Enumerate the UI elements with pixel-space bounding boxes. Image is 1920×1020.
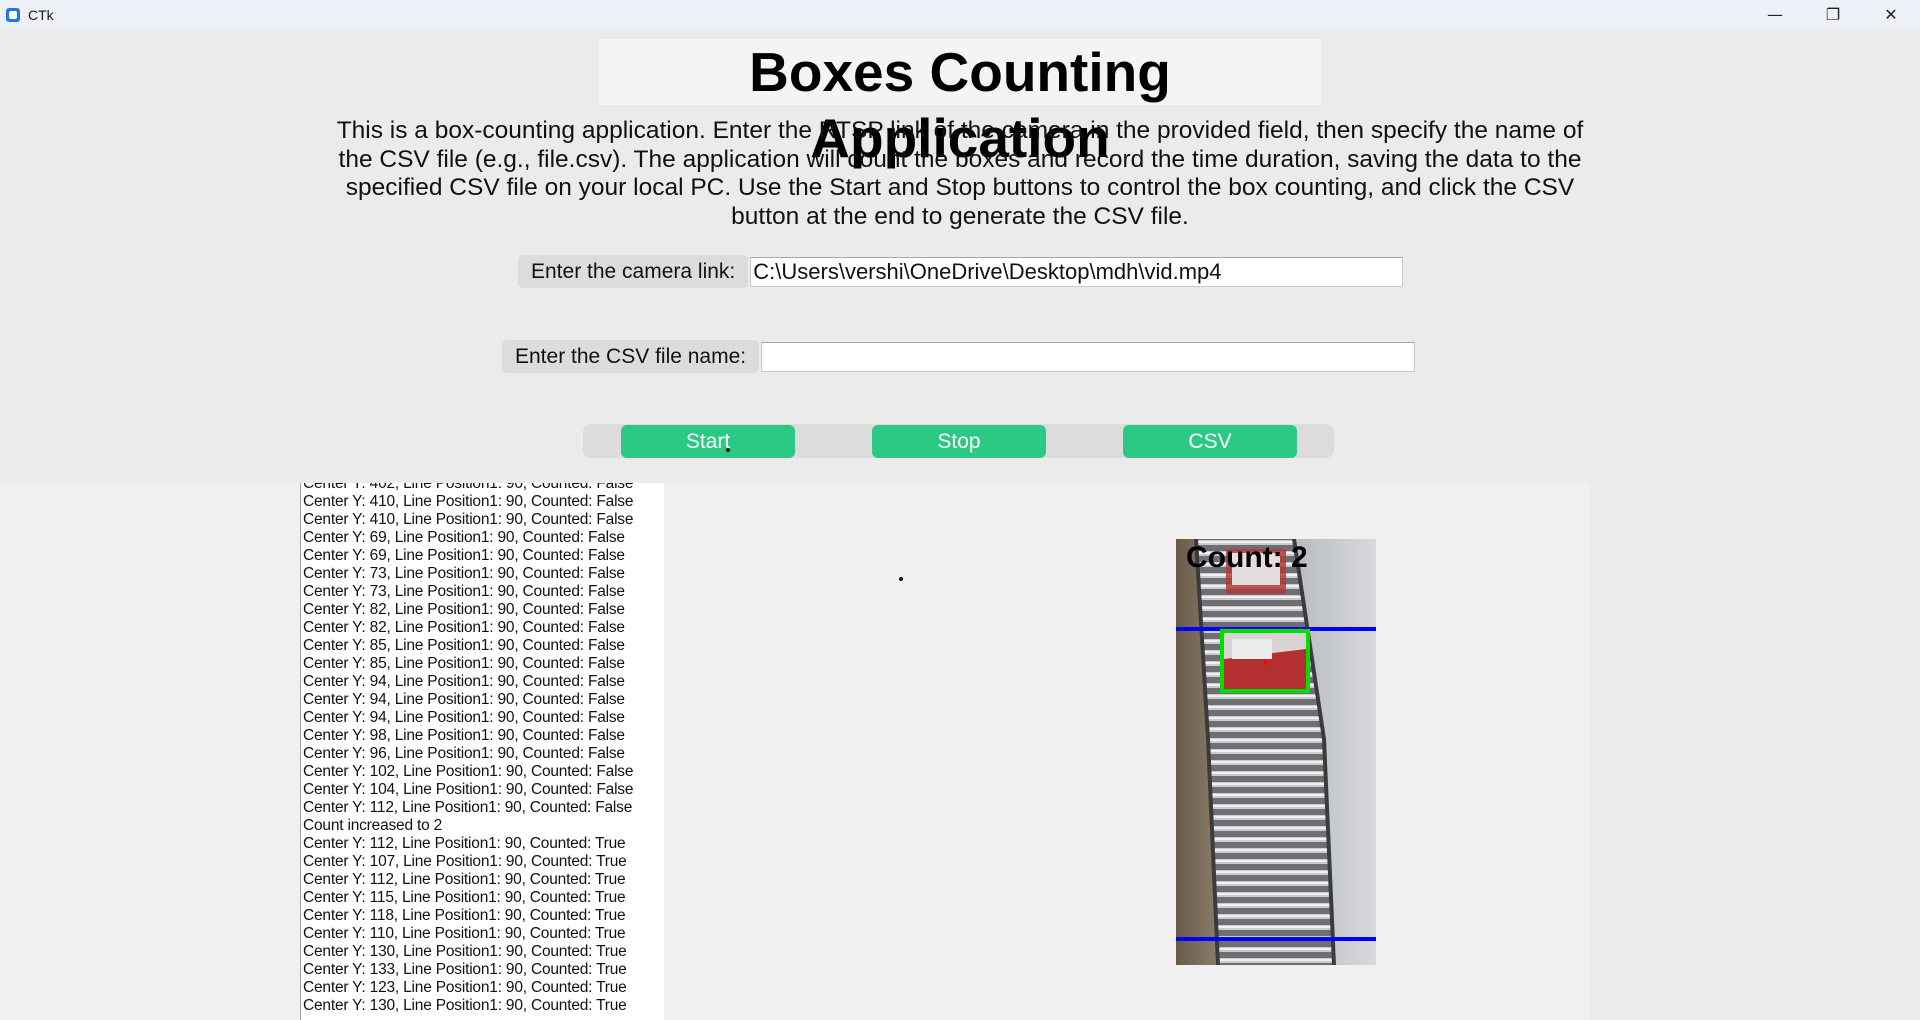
camera-link-input[interactable] [750, 256, 1404, 287]
log-line: Center Y: 410, Line Position1: 90, Count… [303, 511, 634, 528]
log-line: Center Y: 118, Line Position1: 90, Count… [303, 907, 626, 924]
log-line: Center Y: 112, Line Position1: 90, Count… [303, 799, 633, 816]
log-line: Center Y: 94, Line Position1: 90, Counte… [303, 709, 625, 726]
window-controls: — ❐ ✕ [1746, 0, 1920, 29]
log-line: Center Y: 402, Line Position1: 90, Count… [303, 483, 634, 492]
window-title: CTk [28, 6, 54, 23]
log-line: Center Y: 133, Line Position1: 90, Count… [303, 961, 627, 978]
log-line: Center Y: 73, Line Position1: 90, Counte… [303, 583, 625, 600]
log-line: Center Y: 104, Line Position1: 90, Count… [303, 781, 634, 798]
app-icon [6, 7, 20, 22]
log-line: Center Y: 94, Line Position1: 90, Counte… [303, 673, 625, 690]
log-line: Center Y: 130, Line Position1: 90, Count… [303, 943, 627, 960]
log-line: Center Y: 94, Line Position1: 90, Counte… [303, 691, 625, 708]
camera-link-label: Enter the camera link: [518, 255, 749, 288]
log-line: Center Y: 110, Line Position1: 90, Count… [303, 925, 626, 942]
log-line: Center Y: 410, Line Position1: 90, Count… [303, 493, 634, 510]
log-line: Center Y: 69, Line Position1: 90, Counte… [303, 529, 625, 546]
log-line: Center Y: 98, Line Position1: 90, Counte… [303, 727, 625, 744]
log-line: Center Y: 82, Line Position1: 90, Counte… [303, 619, 625, 636]
log-content: Center Y: 402, Line Position1: 90, Count… [303, 483, 633, 1015]
stop-button[interactable]: Stop [872, 425, 1046, 458]
log-line: Center Y: 102, Line Position1: 90, Count… [303, 763, 634, 780]
log-line: Center Y: 112, Line Position1: 90, Count… [303, 835, 626, 852]
log-line: Center Y: 85, Line Position1: 90, Counte… [303, 637, 625, 654]
log-line: Center Y: 115, Line Position1: 90, Count… [303, 889, 626, 906]
minimize-icon[interactable]: — [1746, 0, 1804, 29]
log-line: Center Y: 123, Line Position1: 90, Count… [303, 979, 627, 996]
csv-button[interactable]: CSV [1123, 425, 1297, 458]
log-line: Center Y: 112, Line Position1: 90, Count… [303, 871, 626, 888]
window-titlebar: CTk — ❐ ✕ [0, 0, 1920, 29]
log-line: Center Y: 69, Line Position1: 90, Counte… [303, 547, 625, 564]
control-button-bar: Start Stop CSV [583, 424, 1334, 458]
log-line: Center Y: 73, Line Position1: 90, Counte… [303, 565, 625, 582]
log-line: Center Y: 96, Line Position1: 90, Counte… [303, 745, 625, 762]
app-description: This is a box-counting application. Ente… [336, 117, 1584, 230]
count-overlay: Count: 2 [1186, 541, 1308, 574]
cursor-dot [726, 448, 730, 452]
log-line: Count increased to 2 [303, 817, 443, 834]
close-icon[interactable]: ✕ [1862, 0, 1920, 29]
page-title: Boxes Counting Application [599, 39, 1321, 169]
log-line: Center Y: 130, Line Position1: 90, Count… [303, 997, 627, 1014]
csv-name-row: Enter the CSV file name: [502, 340, 1416, 373]
start-button[interactable]: Start [621, 425, 795, 458]
camera-link-row: Enter the camera link: [518, 255, 1404, 288]
log-line: Center Y: 107, Line Position1: 90, Count… [303, 853, 627, 870]
log-line: Center Y: 82, Line Position1: 90, Counte… [303, 601, 625, 618]
cursor-dot [899, 577, 903, 581]
conveyor-frame-image [1176, 539, 1376, 965]
video-frame: Count: 2 [1176, 539, 1376, 965]
log-textbox[interactable]: Center Y: 402, Line Position1: 90, Count… [300, 483, 664, 1020]
csv-name-input[interactable] [761, 341, 1416, 372]
csv-name-label: Enter the CSV file name: [502, 340, 760, 373]
log-line: Center Y: 85, Line Position1: 90, Counte… [303, 655, 625, 672]
restore-icon[interactable]: ❐ [1804, 0, 1862, 29]
